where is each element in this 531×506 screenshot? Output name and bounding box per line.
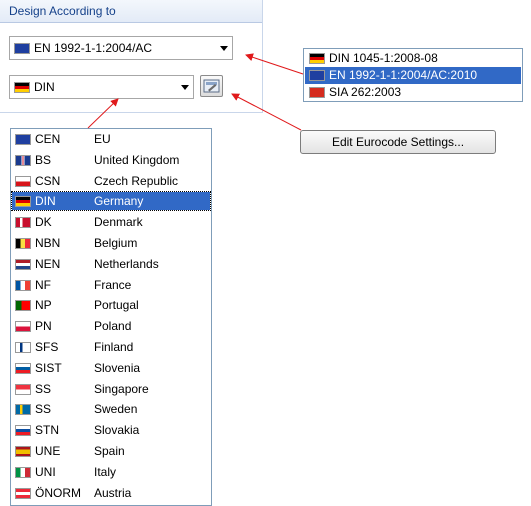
arrow-to-settings-button bbox=[231, 93, 302, 131]
arrow-to-standard-combobox bbox=[245, 53, 304, 75]
arrow-to-annex-combobox bbox=[87, 98, 119, 129]
callout-arrows bbox=[87, 53, 304, 131]
